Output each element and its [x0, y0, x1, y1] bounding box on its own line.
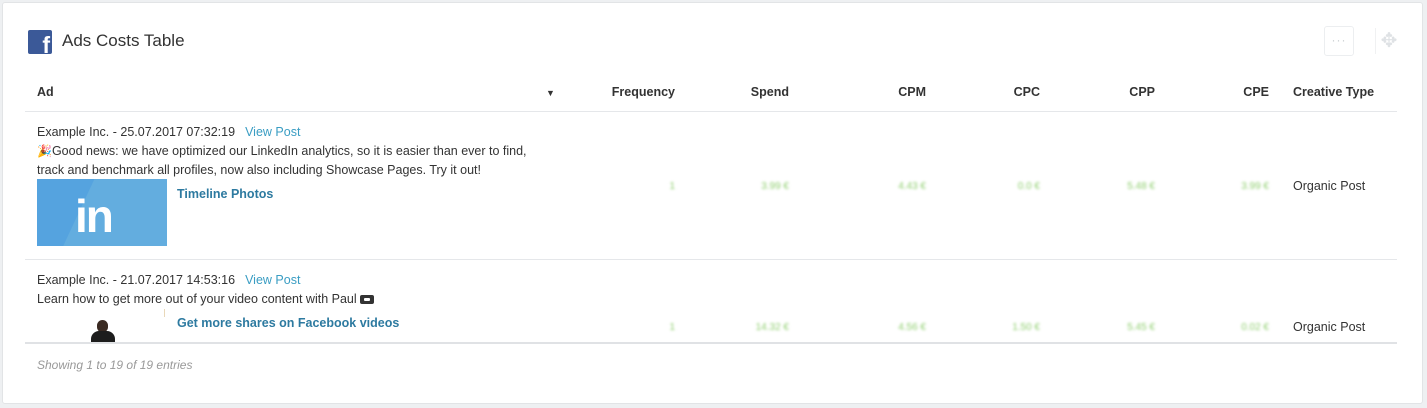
frequency-value: 1	[669, 322, 675, 333]
view-post-link[interactable]: View Post	[245, 273, 300, 287]
move-handle-icon[interactable]: ✥	[1375, 28, 1402, 54]
post-meta: Example Inc. - 25.07.2017 07:32:19	[37, 125, 236, 139]
header-divider	[25, 111, 1397, 112]
link-title[interactable]: Get more shares on Facebook videos	[177, 316, 399, 330]
spend-value: 14.32 €	[755, 322, 789, 333]
frequency-value: 1	[669, 181, 675, 192]
spend-value: 3.99 €	[761, 181, 789, 192]
column-header-cpp[interactable]: CPP	[1075, 85, 1155, 99]
party-popper-icon: 🎉	[37, 144, 52, 158]
post-text: Learn how to get more out of your video …	[37, 292, 357, 306]
column-header-creative-type[interactable]: Creative Type	[1293, 85, 1374, 99]
cpp-value: 5.45 €	[1127, 322, 1155, 333]
table-bottom-border	[25, 342, 1397, 344]
cpm-value: 4.56 €	[898, 322, 926, 333]
cpm-value: 4.43 €	[898, 181, 926, 192]
column-header-frequency[interactable]: Frequency	[595, 85, 675, 99]
view-post-link[interactable]: View Post	[245, 125, 300, 139]
cpc-value: 1.50 €	[1012, 322, 1040, 333]
divider-mark	[164, 309, 165, 317]
column-header-cpc[interactable]: CPC	[960, 85, 1040, 99]
creative-type: Organic Post	[1293, 179, 1366, 193]
post-meta: Example Inc. - 21.07.2017 14:53:16	[37, 273, 236, 287]
card-title: Ads Costs Table	[62, 31, 185, 50]
linkedin-logo: in	[75, 190, 114, 242]
creative-type: Organic Post	[1293, 320, 1366, 334]
column-header-spend[interactable]: Spend	[710, 85, 789, 99]
row-divider	[25, 259, 1397, 260]
post-thumbnail[interactable]: in	[37, 179, 167, 246]
cpe-value: 3.99 €	[1241, 181, 1269, 192]
cpe-value: 0.02 €	[1241, 322, 1269, 333]
link-title[interactable]: Timeline Photos	[177, 187, 273, 201]
facebook-icon: f	[28, 30, 52, 54]
column-header-cpm[interactable]: CPM	[846, 85, 926, 99]
column-header-cpe[interactable]: CPE	[1189, 85, 1269, 99]
entries-info: Showing 1 to 19 of 19 entries	[37, 358, 193, 372]
more-options-button[interactable]: ···	[1324, 26, 1354, 56]
video-camera-icon	[359, 295, 374, 304]
post-thumbnail[interactable]	[88, 318, 118, 342]
cpc-value: 0.0 €	[1017, 181, 1040, 192]
cpp-value: 5.48 €	[1127, 181, 1155, 192]
sort-caret-icon[interactable]: ▼	[546, 88, 555, 98]
post-text: Good news: we have optimized our LinkedI…	[37, 144, 527, 177]
column-header-ad[interactable]: Ad	[37, 85, 54, 99]
